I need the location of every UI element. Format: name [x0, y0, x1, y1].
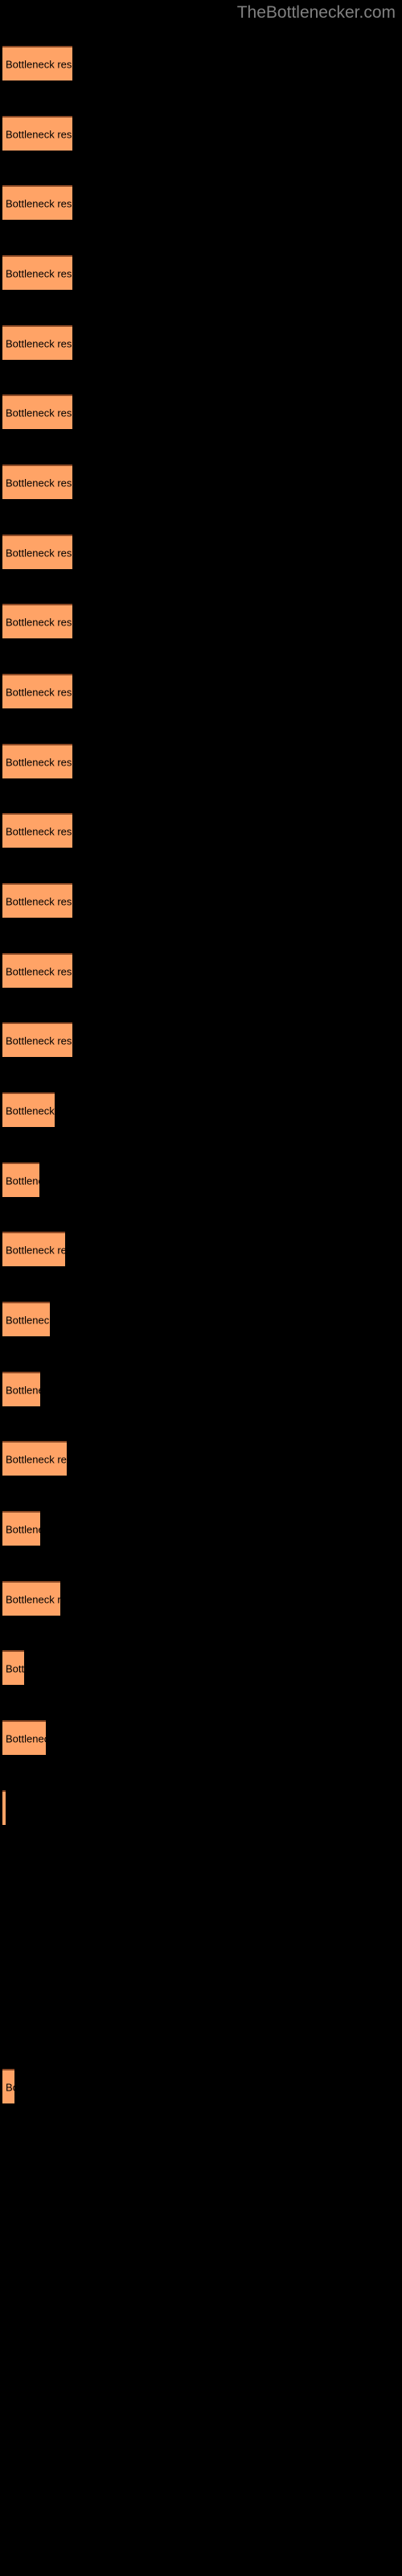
bar-23: Bottleneck result: [2, 1581, 60, 1616]
bar-19: Bottleneck result: [2, 1302, 50, 1336]
bar-13: Bottleneck result: [2, 883, 72, 918]
bar-15: Bottleneck result: [2, 1022, 72, 1057]
bar-4: Bottleneck result: [2, 255, 72, 290]
bar-label-21: Bottleneck result: [6, 1453, 67, 1465]
bar-label-24: Bottleneck result: [6, 1662, 24, 1674]
bar-3: Bottleneck result: [2, 185, 72, 220]
bar-21: Bottleneck result: [2, 1441, 67, 1476]
bar-label-12: Bottleneck result: [6, 825, 72, 837]
bar-label-2: Bottleneck result: [6, 128, 72, 140]
bar-22: Bottleneck result: [2, 1511, 40, 1546]
bar-26: Bottleneck result: [2, 1790, 6, 1825]
bar-label-9: Bottleneck result: [6, 616, 72, 628]
bar-label-1: Bottleneck result: [6, 58, 72, 70]
bar-11: Bottleneck result: [2, 744, 72, 778]
bar-label-10: Bottleneck result: [6, 686, 72, 698]
bar-5: Bottleneck result: [2, 325, 72, 360]
bar-label-22: Bottleneck result: [6, 1523, 40, 1535]
bar-9: Bottleneck result: [2, 604, 72, 638]
bar-18: Bottleneck result: [2, 1232, 65, 1266]
bar-10: Bottleneck result: [2, 674, 72, 708]
bar-label-25: Bottleneck result: [6, 1732, 46, 1744]
bar-2: Bottleneck result: [2, 116, 72, 151]
bar-label-13: Bottleneck result: [6, 895, 72, 907]
bar-label-15: Bottleneck result: [6, 1034, 72, 1046]
bar-8: Bottleneck result: [2, 535, 72, 569]
bar-label-5: Bottleneck result: [6, 337, 72, 349]
bar-label-18: Bottleneck result: [6, 1244, 65, 1256]
bar-label-20: Bottleneck result: [6, 1384, 40, 1396]
bar-label-3: Bottleneck result: [6, 197, 72, 209]
bar-16: Bottleneck result: [2, 1092, 55, 1127]
bar-14: Bottleneck result: [2, 953, 72, 988]
bar-label-7: Bottleneck result: [6, 477, 72, 489]
bar-label-11: Bottleneck result: [6, 756, 72, 768]
bar-17: Bottleneck result: [2, 1162, 39, 1197]
bar-27: Bottleneck result: [2, 2069, 14, 2103]
bar-chart-plot-area: Bottleneck result Bottleneck result Bottle…: [0, 0, 402, 2576]
bar-12: Bottleneck result: [2, 813, 72, 848]
bar-label-19: Bottleneck result: [6, 1314, 50, 1326]
bar-label-27: Bottleneck result: [6, 2081, 14, 2093]
bar-label-6: Bottleneck result: [6, 407, 72, 419]
bar-label-4: Bottleneck result: [6, 267, 72, 279]
bar-label-8: Bottleneck result: [6, 547, 72, 559]
bar-6: Bottleneck result: [2, 394, 72, 429]
bar-label-14: Bottleneck result: [6, 965, 72, 977]
bar-1: Bottleneck result: [2, 46, 72, 80]
bar-25: Bottleneck result: [2, 1720, 46, 1755]
bottleneck-chart-page: TheBottlenecker.com Bottleneck resultBot…: [0, 0, 402, 2576]
bar-label-16: Bottleneck result: [6, 1104, 55, 1117]
bar-24: Bottleneck result: [2, 1650, 24, 1685]
bar-7: Bottleneck result: [2, 464, 72, 499]
bar-label-23: Bottleneck result: [6, 1593, 60, 1605]
bar-20: Bottleneck result: [2, 1372, 40, 1406]
bar-label-17: Bottleneck result: [6, 1174, 39, 1187]
